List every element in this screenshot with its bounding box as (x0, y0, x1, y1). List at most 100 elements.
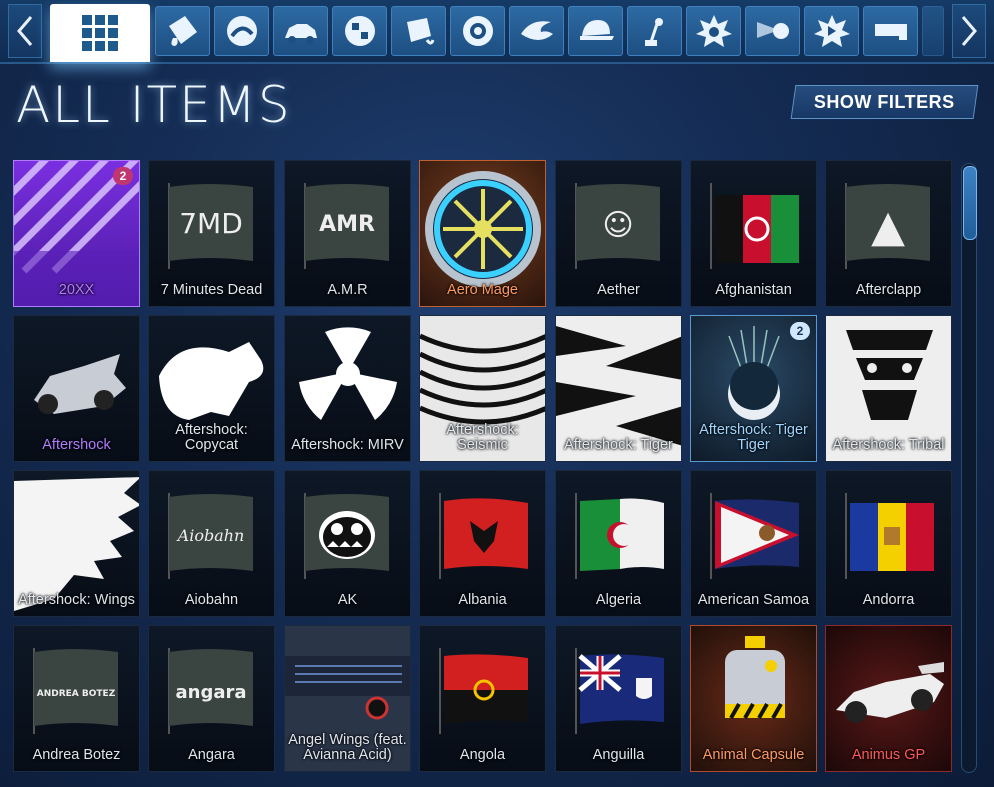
flag-emblem: 7MD (179, 207, 243, 240)
item-label: Afterclapp (855, 282, 922, 298)
paint-finish-icon (406, 18, 434, 45)
item-aether[interactable]: ☺ Aether (555, 160, 682, 307)
item-aftershock-seismic[interactable]: Aftershock: Seismic (419, 315, 546, 462)
item-label: Angel Wings (feat. Avianna Acid) (288, 732, 407, 763)
item-animal-capsule[interactable]: Animal Capsule (690, 625, 817, 772)
tab-paint-finish[interactable] (391, 6, 446, 56)
chevron-right-icon (961, 16, 977, 46)
item-20xx[interactable]: 2 20XX (13, 160, 140, 307)
antenna-icon (644, 18, 663, 46)
flag-emblem: Aiobahn (176, 526, 245, 545)
all-items-grid-icon (82, 15, 118, 51)
tab-topper[interactable] (568, 6, 623, 56)
boost-icon (520, 21, 553, 40)
tab-player-title[interactable] (863, 6, 918, 56)
item-label: Algeria (595, 592, 642, 608)
show-filters-label: SHOW FILTERS (814, 91, 955, 112)
page-title: ALL ITEMS (16, 76, 292, 134)
item-angola[interactable]: Angola (419, 625, 546, 772)
item-aftershock-copycat[interactable]: Aftershock: Copycat (148, 315, 275, 462)
tab-goal-explosion[interactable] (686, 6, 741, 56)
tab-antenna[interactable] (627, 6, 682, 56)
tab-wheels[interactable] (450, 6, 505, 56)
wheel-icon (462, 16, 493, 46)
item-label: Albania (458, 592, 507, 608)
tab-decal[interactable] (332, 6, 387, 56)
item-label: Aftershock: Tribal (832, 437, 945, 453)
category-bar (0, 0, 994, 64)
tab-banner[interactable] (214, 6, 269, 56)
tab-car-body[interactable] (273, 6, 328, 56)
tab-more[interactable] (922, 6, 944, 56)
paint-icon (168, 16, 197, 46)
car-body-icon (284, 24, 317, 44)
item-label: Aftershock: MIRV (291, 437, 404, 453)
item-aftershock-tiger-tiger[interactable]: 2 Aftershock: Tiger Tiger (690, 315, 817, 462)
item-label: Aiobahn (184, 592, 239, 608)
flag-emblem: AMR (319, 212, 375, 237)
item-angel-wings[interactable]: Angel Wings (feat. Avianna Acid) (284, 625, 411, 772)
item-animus-gp[interactable]: Animus GP (825, 625, 952, 772)
topper-icon (579, 20, 614, 40)
item-afghanistan[interactable]: Afghanistan (690, 160, 817, 307)
quantity-badge: 2 (790, 322, 810, 340)
item-anguilla[interactable]: Anguilla (555, 625, 682, 772)
grid-scrollbar[interactable] (961, 163, 977, 773)
item-7-minutes-dead[interactable]: 7MD 7 Minutes Dead (148, 160, 275, 307)
item-afterclapp[interactable]: ▲ Afterclapp (825, 160, 952, 307)
banner-icon (226, 16, 257, 46)
item-aftershock-mirv[interactable]: Aftershock: MIRV (284, 315, 411, 462)
player-title-icon (874, 24, 907, 40)
tab-boost[interactable] (509, 6, 564, 56)
tab-next-arrow[interactable] (952, 4, 986, 58)
item-algeria[interactable]: Algeria (555, 470, 682, 617)
tab-trail[interactable] (745, 6, 800, 56)
item-label: Aero Mage (447, 282, 518, 298)
item-andrea-botez[interactable]: ANDREA BOTEZ Andrea Botez (13, 625, 140, 772)
item-label: Animus GP (851, 747, 926, 763)
item-aiobahn[interactable]: Aiobahn Aiobahn (148, 470, 275, 617)
item-aftershock[interactable]: Aftershock (13, 315, 140, 462)
item-label: Aether (597, 282, 640, 298)
scrollbar-thumb[interactable] (963, 166, 977, 240)
item-label: Aftershock: Tiger (564, 437, 673, 453)
goal-explosion-icon (695, 15, 732, 47)
item-label: A.M.R (327, 282, 368, 298)
tab-prev-arrow[interactable] (8, 4, 42, 58)
item-aftershock-tribal[interactable]: Aftershock: Tribal (825, 315, 952, 462)
item-amr[interactable]: AMR A.M.R (284, 160, 411, 307)
item-ak[interactable]: AK (284, 470, 411, 617)
engine-audio-icon (813, 15, 850, 47)
item-angara[interactable]: angara Angara (148, 625, 275, 772)
item-label: Angara (188, 747, 235, 763)
items-grid: 2 20XX 7MD 7 Minutes Dead AMR A.M.R Aero… (13, 160, 963, 787)
flag-emblem: ▲ (871, 201, 905, 252)
flag-emblem: angara (175, 682, 246, 703)
flag-emblem: ☺ (602, 208, 633, 243)
item-label: Aftershock: Tiger Tiger (699, 422, 808, 453)
item-aftershock-tiger[interactable]: Aftershock: Tiger (555, 315, 682, 462)
item-albania[interactable]: Albania (419, 470, 546, 617)
item-label: American Samoa (697, 592, 810, 608)
item-aero-mage[interactable]: Aero Mage (419, 160, 546, 307)
item-label: Animal Capsule (702, 747, 805, 763)
show-filters-button[interactable]: SHOW FILTERS (790, 85, 979, 119)
item-aftershock-wings[interactable]: Aftershock: Wings (13, 470, 140, 617)
item-andorra[interactable]: Andorra (825, 470, 952, 617)
item-label: Andrea Botez (32, 747, 121, 763)
tab-all-items[interactable] (50, 4, 150, 62)
item-label: Afghanistan (715, 282, 792, 298)
item-label: Aftershock: Wings (18, 592, 135, 608)
item-label: Andorra (862, 592, 915, 608)
item-label: Aftershock: Copycat (175, 422, 248, 453)
tab-engine-audio[interactable] (804, 6, 859, 56)
item-american-samoa[interactable]: American Samoa (690, 470, 817, 617)
trail-icon (756, 22, 789, 39)
chevron-left-icon (17, 16, 33, 46)
item-label: Anguilla (592, 747, 645, 763)
flag-emblem: ANDREA BOTEZ (37, 689, 116, 699)
quantity-badge: 2 (113, 167, 133, 185)
item-label: Aftershock (42, 437, 111, 453)
tab-paint[interactable] (155, 6, 210, 56)
item-label: 7 Minutes Dead (160, 282, 263, 298)
